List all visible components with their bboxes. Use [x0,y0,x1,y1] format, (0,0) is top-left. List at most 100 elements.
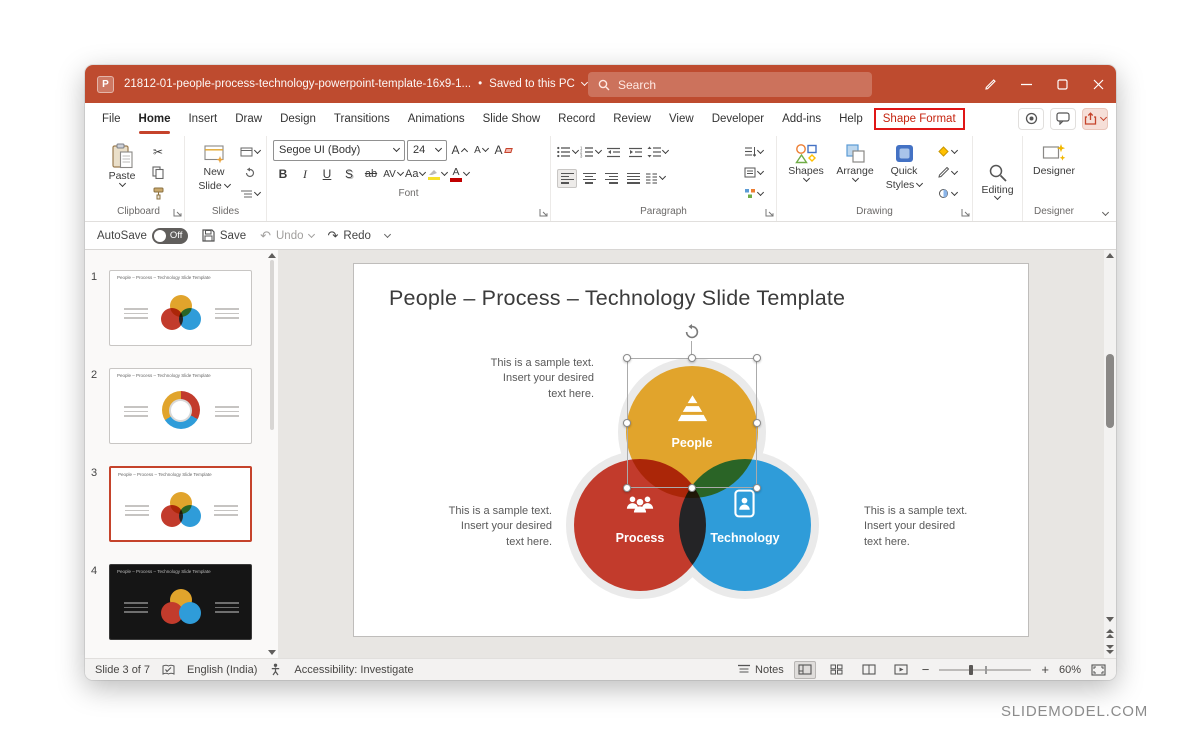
slide-thumbnail-1[interactable]: People – Process – Technology Slide Temp… [109,270,252,346]
comments-button[interactable] [1050,108,1076,130]
tab-design[interactable]: Design [271,103,325,134]
minimize-button[interactable] [1008,65,1044,103]
slide-title[interactable]: People – Process – Technology Slide Temp… [389,286,845,311]
convert-to-smartart-button[interactable] [736,184,770,203]
bullets-button[interactable] [557,143,578,162]
paragraph-dialog-launcher[interactable] [765,208,774,217]
tab-review[interactable]: Review [604,103,660,134]
tab-slide-show[interactable]: Slide Show [474,103,550,134]
strikethrough-button[interactable]: ab [361,165,381,184]
shape-outline-button[interactable] [930,163,964,182]
font-size-select[interactable]: 24 [407,140,447,161]
tab-add-ins[interactable]: Add-ins [773,103,830,134]
text-direction-button[interactable] [736,142,770,161]
fit-to-window-icon[interactable] [1091,664,1106,676]
columns-button[interactable] [645,169,665,188]
numbering-button[interactable]: 123 [580,143,601,162]
bold-button[interactable]: B [273,165,293,184]
align-right-button[interactable] [601,169,621,188]
selection-handle[interactable] [753,354,761,362]
slide-thumbnail-3-selected[interactable]: People – Process – Technology Slide Temp… [109,466,252,542]
selection-handle[interactable] [623,419,631,427]
reset-button[interactable] [240,163,260,182]
format-painter-button[interactable] [148,184,168,203]
clear-formatting-button[interactable]: A [493,141,513,160]
scrollbar-thumb[interactable] [270,260,274,430]
slide-thumbnail-4[interactable]: People – Process – Technology Slide Temp… [109,564,252,640]
text-shadow-button[interactable]: S [339,165,359,184]
selection-handle[interactable] [753,484,761,492]
zoom-level[interactable]: 60% [1059,664,1081,676]
shapes-button[interactable]: Shapes [783,140,829,204]
sample-text-top[interactable]: This is a sample text. Insert your desir… [454,356,594,402]
decrease-font-size-button[interactable]: A [471,141,491,160]
scroll-up-arrow[interactable] [1106,253,1114,258]
quick-styles-button[interactable]: Quick Styles [881,140,927,204]
align-text-button[interactable] [736,163,770,182]
search-box[interactable]: Search [588,72,872,97]
scroll-down-arrow[interactable] [268,650,276,655]
change-case-button[interactable]: Aa [405,165,425,184]
scroll-down-arrow[interactable] [1106,617,1114,622]
close-button[interactable] [1080,65,1116,103]
zoom-out-button[interactable]: − [922,662,930,677]
drawing-dialog-launcher[interactable] [961,208,970,217]
document-title[interactable]: 21812-01-people-process-technology-power… [124,78,587,90]
scrollbar-thumb[interactable] [1106,354,1114,428]
tab-draw[interactable]: Draw [226,103,271,134]
selection-handle[interactable] [688,484,696,492]
collapse-ribbon-icon[interactable] [1102,209,1109,216]
language-indicator[interactable]: English (India) [187,664,257,676]
arrange-button[interactable]: Arrange [832,140,878,204]
decrease-indent-button[interactable] [603,143,623,162]
record-button[interactable] [1018,108,1044,130]
tab-animations[interactable]: Animations [399,103,474,134]
slide-thumbnail-2[interactable]: People – Process – Technology Slide Temp… [109,368,252,444]
paste-button[interactable]: Paste [99,140,145,204]
selection-handle[interactable] [688,354,696,362]
increase-font-size-button[interactable]: A [449,141,469,160]
customize-qat-icon[interactable] [384,230,391,237]
slide-sorter-view-button[interactable] [826,661,848,679]
tab-record[interactable]: Record [549,103,604,134]
accessibility-status[interactable]: Accessibility: Investigate [294,664,413,676]
previous-slide-button[interactable] [1106,629,1114,638]
draw-ink-button[interactable] [972,65,1008,103]
justify-button[interactable] [623,169,643,188]
character-spacing-button[interactable]: AV [383,165,403,184]
reading-view-button[interactable] [858,661,880,679]
clipboard-dialog-launcher[interactable] [173,208,182,217]
tab-insert[interactable]: Insert [179,103,226,134]
font-name-select[interactable]: Segoe UI (Body) [273,140,405,161]
zoom-slider-thumb[interactable] [969,665,973,675]
rotation-handle[interactable] [684,324,700,340]
underline-button[interactable]: U [317,165,337,184]
increase-indent-button[interactable] [625,143,645,162]
redo-button[interactable]: ↷ Redo [328,228,371,244]
selection-handle[interactable] [753,419,761,427]
shape-fill-button[interactable] [930,142,964,161]
slide-info[interactable]: Slide 3 of 7 [95,664,150,676]
powerpoint-app-icon[interactable]: P [97,76,114,93]
autosave-toggle[interactable]: AutoSave Off [97,228,188,244]
tab-developer[interactable]: Developer [703,103,773,134]
align-left-button[interactable] [557,169,577,188]
font-color-button[interactable]: A [449,165,469,184]
sample-text-left[interactable]: This is a sample text. Insert your desir… [412,504,552,550]
next-slide-button[interactable] [1106,645,1114,654]
tab-file[interactable]: File [93,103,130,134]
slide-show-button[interactable] [890,661,912,679]
align-center-button[interactable] [579,169,599,188]
share-button[interactable] [1082,108,1108,130]
designer-button[interactable]: Designer [1031,140,1077,204]
layout-button[interactable] [240,142,260,161]
highlight-color-button[interactable] [427,165,447,184]
maximize-button[interactable] [1044,65,1080,103]
cut-button[interactable]: ✂ [148,142,168,161]
zoom-slider[interactable] [939,669,1031,671]
section-button[interactable] [240,184,260,203]
tab-shape-format[interactable]: Shape Format [874,108,965,130]
italic-button[interactable]: I [295,165,315,184]
sample-text-right[interactable]: This is a sample text. Insert your desir… [864,504,1014,550]
scroll-up-arrow[interactable] [268,253,276,258]
